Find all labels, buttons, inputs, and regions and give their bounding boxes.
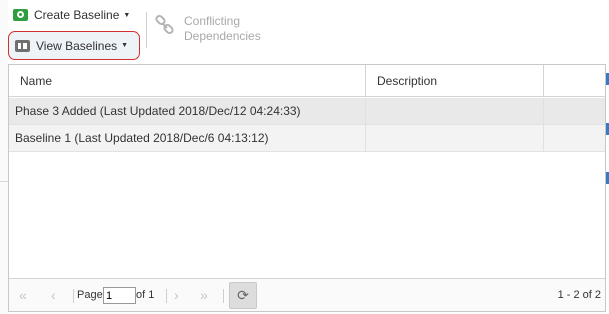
background-divider (0, 181, 8, 182)
baselines-dropdown-panel: Name Description Phase 3 Added (Last Upd… (8, 64, 606, 312)
baseline-name-cell[interactable]: Baseline 1 (Last Updated 2018/Dec/6 04:1… (9, 125, 366, 152)
conflicting-dependencies-label: Conflicting Dependencies (184, 14, 274, 44)
pager-separator (166, 289, 167, 303)
pager-separator (73, 289, 74, 303)
baseline-name-cell[interactable]: Phase 3 Added (Last Updated 2018/Dec/12 … (9, 98, 366, 125)
first-page-icon[interactable]: « (19, 279, 27, 312)
create-baseline-label: Create Baseline (34, 8, 120, 22)
pagination-toolbar: « ‹ Page of 1 › » ⟳ 1 - 2 of 2 (9, 278, 605, 311)
link-icon (155, 14, 174, 35)
page-label: Page (77, 289, 103, 301)
chevron-down-icon: ▼ (121, 42, 129, 49)
refresh-icon[interactable]: ⟳ (229, 282, 257, 309)
view-baselines-button[interactable]: View Baselines ▼ (8, 31, 140, 60)
toolbar-separator (146, 12, 147, 48)
page-number-input[interactable] (103, 287, 136, 304)
column-header-extra[interactable] (544, 65, 605, 97)
baselines-icon (15, 39, 30, 52)
create-baseline-button[interactable]: Create Baseline ▼ (13, 5, 130, 25)
column-header-description[interactable]: Description (366, 65, 544, 97)
table-row[interactable]: Baseline 1 (Last Updated 2018/Dec/6 04:1… (9, 125, 605, 152)
previous-page-icon[interactable]: ‹ (51, 279, 56, 312)
record-count-label: 1 - 2 of 2 (557, 289, 601, 301)
camera-icon (13, 9, 28, 21)
last-page-icon[interactable]: » (200, 279, 208, 312)
chevron-down-icon: ▼ (123, 11, 131, 19)
conflicting-dependencies-button[interactable]: Conflicting Dependencies (154, 14, 274, 44)
next-page-icon[interactable]: › (174, 279, 179, 312)
column-header-name[interactable]: Name (9, 65, 366, 97)
table-row[interactable]: Phase 3 Added (Last Updated 2018/Dec/12 … (9, 98, 605, 125)
view-baselines-label: View Baselines (36, 38, 118, 53)
page-count-label: of 1 (136, 289, 155, 301)
baseline-description-cell[interactable] (366, 98, 544, 125)
conflicting-label-line1: Conflicting (184, 14, 241, 28)
background-page (0, 0, 8, 314)
conflicting-label-line2: Dependencies (184, 29, 261, 43)
baseline-description-cell[interactable] (366, 125, 544, 152)
grid-header: Name Description (9, 65, 605, 97)
pager-separator (223, 289, 224, 303)
